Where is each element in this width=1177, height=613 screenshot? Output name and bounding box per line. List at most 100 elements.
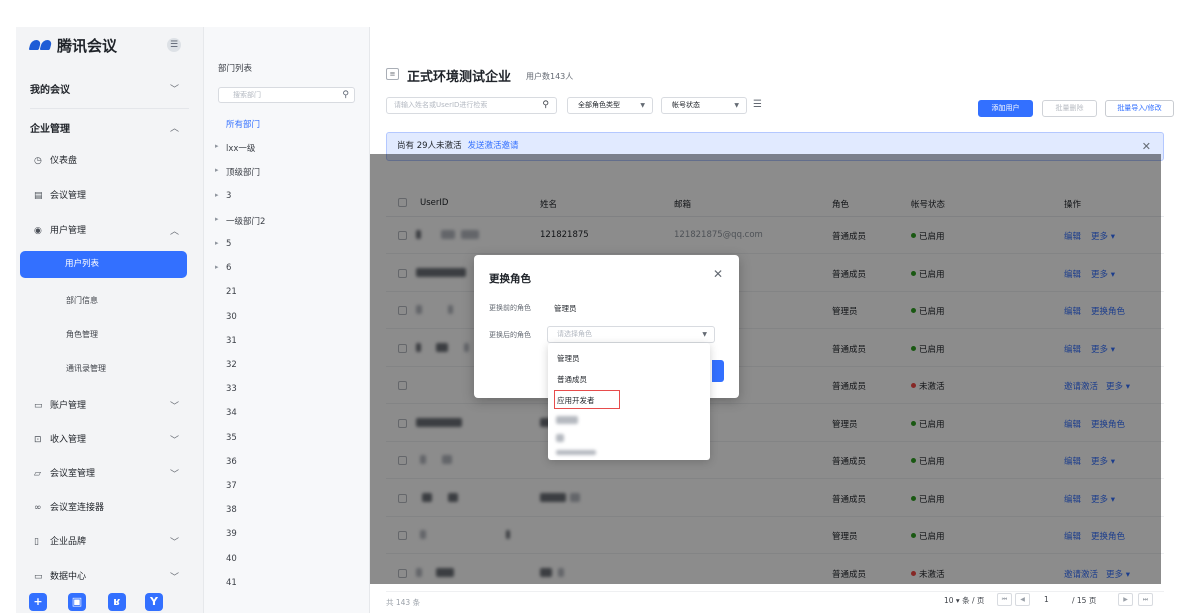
- blurred-content: [556, 434, 564, 442]
- department-item[interactable]: ▸ 一级部门2: [215, 215, 265, 227]
- dialog-title: 更换角色: [489, 273, 531, 285]
- sidebar-group-enterprise[interactable]: 企业管理: [30, 120, 70, 135]
- search-icon[interactable]: ⚲: [342, 88, 349, 102]
- prev-page-icon[interactable]: ◀: [1015, 593, 1030, 606]
- department-item[interactable]: 38: [226, 505, 237, 515]
- last-page-icon[interactable]: ⏭: [1138, 593, 1153, 606]
- after-role-label: 更换后的角色: [489, 331, 531, 339]
- department-item[interactable]: ▸ lxx一级: [215, 142, 256, 155]
- department-item-label: 30: [226, 311, 237, 322]
- chevron-down-icon[interactable]: ﹀: [170, 433, 179, 446]
- department-item[interactable]: 34: [226, 408, 237, 418]
- chevron-up-icon[interactable]: ︿: [170, 121, 179, 134]
- first-page-icon[interactable]: ⏮: [997, 593, 1012, 606]
- role-option-member[interactable]: 普通成员: [557, 374, 587, 385]
- sidebar-group-my-meetings[interactable]: 我的会议: [30, 81, 70, 96]
- department-item[interactable]: 32: [226, 360, 237, 370]
- department-item-label: 5: [226, 239, 232, 249]
- sidebar-item-room-connector[interactable]: ∞ 会议室连接器: [34, 500, 104, 513]
- sidebar-item-data-center[interactable]: ▭ 数据中心: [34, 569, 86, 582]
- sidebar-item-user-management[interactable]: ◉ 用户管理: [34, 223, 86, 236]
- department-item[interactable]: 37: [226, 481, 237, 491]
- sidebar-subitem-department-info[interactable]: 部门信息: [66, 295, 98, 306]
- department-item[interactable]: 30: [226, 312, 237, 322]
- department-item[interactable]: ▸ 5: [215, 239, 232, 249]
- department-item-label: 36: [226, 456, 237, 467]
- sidebar-subitem-role-management[interactable]: 角色管理: [66, 329, 98, 340]
- sidebar-item-account-management[interactable]: ▭ 账户管理: [34, 398, 86, 411]
- sidebar-item-label: 账户管理: [50, 401, 87, 411]
- department-item[interactable]: ▸ 3: [215, 190, 232, 201]
- join-meeting-button[interactable]: ʁ: [108, 593, 126, 611]
- page-title: 正式环境测试企业: [407, 70, 512, 85]
- before-role-value: 管理员: [554, 304, 577, 313]
- menu-icon[interactable]: ≡: [386, 68, 399, 80]
- department-item-label: 3: [226, 190, 232, 201]
- sidebar-item-label: 企业品牌: [50, 537, 87, 547]
- department-item[interactable]: 35: [226, 433, 237, 443]
- chevron-down-icon[interactable]: ﹀: [170, 570, 179, 583]
- sidebar-item-room-management[interactable]: ▱ 会议室管理: [34, 466, 95, 479]
- chevron-down-icon[interactable]: ﹀: [170, 535, 179, 548]
- sidebar-item-enterprise-brand[interactable]: ▯ 企业品牌: [34, 534, 86, 547]
- batch-import-button[interactable]: 批量导入/修改: [1105, 100, 1174, 117]
- department-item[interactable]: 41: [226, 578, 237, 588]
- department-item[interactable]: 所有部门: [226, 118, 260, 130]
- after-role-select[interactable]: 请选择角色 ▼: [547, 326, 715, 343]
- before-role-label: 更换前的角色: [489, 304, 531, 312]
- new-meeting-button[interactable]: +: [29, 593, 47, 611]
- next-page-icon[interactable]: ▶: [1118, 593, 1133, 606]
- role-option-admin[interactable]: 管理员: [557, 353, 580, 364]
- sidebar-item-income-management[interactable]: ⊡ 收入管理: [34, 432, 86, 445]
- department-item[interactable]: 36: [226, 457, 237, 467]
- expand-arrow-icon[interactable]: ▸: [215, 191, 219, 199]
- department-item[interactable]: ▸ 6: [215, 263, 231, 273]
- sidebar-subitem-user-list[interactable]: 用户列表: [20, 251, 187, 278]
- sidebar-subitem-contacts-management[interactable]: 通讯录管理: [66, 363, 106, 374]
- select-placeholder: 请选择角色: [557, 330, 592, 338]
- expand-arrow-icon[interactable]: ▸: [215, 166, 219, 174]
- batch-delete-button[interactable]: 批量删除: [1042, 100, 1097, 117]
- status-filter-select[interactable]: 帐号状态 ▼: [661, 97, 747, 114]
- notice-text: 尚有 29人未激活: [397, 141, 462, 151]
- schedule-meeting-button[interactable]: ▣: [68, 593, 86, 611]
- current-page-input[interactable]: 1: [1044, 595, 1049, 604]
- account-icon: ▭: [34, 401, 43, 411]
- chevron-down-icon[interactable]: ﹀: [170, 467, 179, 480]
- expand-arrow-icon[interactable]: ▸: [215, 215, 219, 223]
- user-avatar-button[interactable]: Y: [145, 593, 163, 611]
- department-item[interactable]: 39: [226, 529, 237, 539]
- role-filter-value: 全部角色类型: [578, 101, 620, 109]
- expand-arrow-icon[interactable]: ▸: [215, 142, 219, 150]
- list-settings-icon[interactable]: ☰: [753, 99, 762, 110]
- expand-arrow-icon[interactable]: ▸: [215, 263, 219, 271]
- confirm-button[interactable]: [712, 360, 724, 382]
- close-icon[interactable]: ✕: [713, 267, 723, 281]
- page-size-select[interactable]: 10 ▾ 条 / 页: [944, 595, 984, 606]
- menu-fold-icon[interactable]: ☰: [167, 38, 181, 52]
- chevron-down-icon[interactable]: ﹀: [170, 82, 179, 95]
- department-item-label: lxx一级: [226, 144, 256, 155]
- department-item-label: 40: [226, 553, 237, 564]
- chevron-down-icon[interactable]: ﹀: [170, 399, 179, 412]
- sidebar-item-label: 会议室管理: [50, 469, 96, 479]
- search-icon[interactable]: ⚲: [542, 98, 549, 113]
- brand-logo[interactable]: 腾讯会议: [28, 34, 117, 56]
- department-search-input[interactable]: 搜索部门 ⚲: [218, 87, 355, 103]
- department-item[interactable]: 33: [226, 384, 237, 394]
- expand-arrow-icon[interactable]: ▸: [215, 239, 219, 247]
- sidebar-item-label: 会议管理: [50, 191, 87, 201]
- sidebar-item-meeting-management[interactable]: ▤ 会议管理: [34, 188, 86, 201]
- add-user-button[interactable]: 添加用户: [978, 100, 1033, 117]
- send-activation-link[interactable]: 发送激活邀请: [468, 141, 519, 151]
- user-search-input[interactable]: 请输入姓名或UserID进行检索 ⚲: [386, 97, 557, 114]
- department-item[interactable]: 21: [226, 287, 237, 297]
- chevron-up-icon[interactable]: ︿: [170, 224, 179, 237]
- department-item[interactable]: 31: [226, 336, 237, 346]
- department-item-label: 37: [226, 481, 237, 491]
- role-filter-select[interactable]: 全部角色类型 ▼: [567, 97, 653, 114]
- sidebar-item-dashboard[interactable]: ◷ 仪表盘: [34, 153, 77, 166]
- department-item-label: 32: [226, 360, 237, 370]
- department-item[interactable]: ▸ 顶级部门: [215, 166, 260, 178]
- department-item[interactable]: 40: [226, 554, 237, 564]
